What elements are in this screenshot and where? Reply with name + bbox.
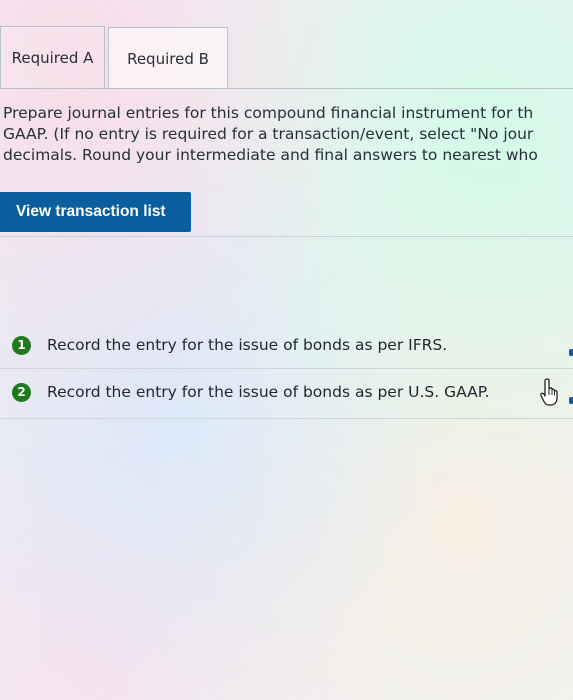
instructions-line-1: Prepare journal entries for this compoun… — [3, 104, 534, 122]
section-divider — [0, 236, 573, 237]
transaction-label: Record the entry for the issue of bonds … — [47, 336, 448, 354]
transaction-number-badge: 2 — [12, 382, 31, 402]
tab-required-b[interactable]: Required B — [108, 27, 228, 89]
transaction-label: Record the entry for the issue of bonds … — [47, 383, 490, 401]
transaction-item-1[interactable]: 1 Record the entry for the issue of bond… — [12, 330, 573, 360]
transaction-item-2[interactable]: 2 Record the entry for the issue of bond… — [12, 377, 573, 407]
edit-indicator-icon — [569, 349, 573, 356]
edit-indicator-icon — [569, 397, 573, 404]
list-divider — [0, 418, 573, 419]
tab-bar: Required A Required B — [0, 26, 573, 89]
instructions-text: Prepare journal entries for this compoun… — [3, 103, 573, 166]
hand-pointer-icon — [540, 378, 558, 406]
view-transaction-list-button[interactable]: View transaction list — [0, 192, 191, 232]
instructions-line-2: GAAP. (If no entry is required for a tra… — [3, 125, 534, 143]
instructions-line-3: decimals. Round your intermediate and fi… — [3, 146, 538, 164]
list-divider — [0, 368, 573, 369]
transaction-number-badge: 1 — [12, 335, 31, 355]
tab-required-a[interactable]: Required A — [0, 26, 105, 88]
tab-divider — [0, 88, 573, 89]
